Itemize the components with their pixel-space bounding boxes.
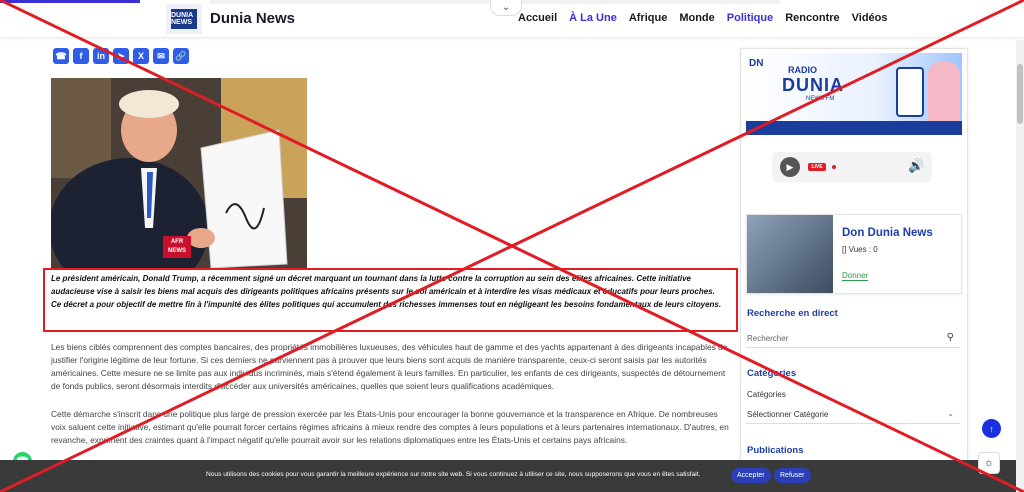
nav-item-politique[interactable]: Politique <box>727 12 773 24</box>
scrollbar-thumb[interactable] <box>1017 64 1023 124</box>
donate-button[interactable]: Donner <box>842 271 869 281</box>
back-to-top-button[interactable]: ↑ <box>982 419 1001 438</box>
search-icon[interactable]: ⚲ <box>947 332 954 343</box>
accent-line <box>0 0 140 3</box>
refuse-cookies-button[interactable]: Refuser <box>774 468 811 483</box>
linkedin-icon[interactable]: in <box>93 48 109 64</box>
banner-radio: RADIO <box>788 65 817 75</box>
theme-toggle-icon[interactable]: ☼ <box>978 452 1000 474</box>
whatsapp-icon[interactable]: ☎ <box>53 48 69 64</box>
banner-fm: NEWS FM <box>806 96 835 102</box>
site-logo[interactable]: DUNIA NEWS <box>166 4 202 34</box>
search-heading: Recherche en direct <box>747 308 838 319</box>
donation-views: [] Vues : 0 <box>842 245 878 254</box>
play-icon[interactable]: ▶ <box>780 157 800 177</box>
banner-dunia: DUNIA <box>782 75 844 95</box>
person-graphic <box>928 61 960 121</box>
main-nav: Accueil À La Une Afrique Monde Politique… <box>518 12 888 24</box>
nav-item-accueil[interactable]: Accueil <box>518 12 557 24</box>
categories-label: Catégories <box>747 390 786 399</box>
categories-heading: Catégories <box>747 368 797 379</box>
nav-item-afrique[interactable]: Afrique <box>629 12 668 24</box>
site-title[interactable]: Dunia News <box>210 10 295 27</box>
cookie-message: Nous utilisons des cookies pour vous gar… <box>206 471 701 478</box>
search-field[interactable]: Rechercher ⚲ <box>746 330 960 348</box>
donation-thumbnail <box>747 215 833 293</box>
share-bar: ☎ f in ➤ X ✉ 🔗 <box>53 48 189 64</box>
live-badge: LIVE <box>808 163 826 171</box>
banner-band <box>746 121 962 135</box>
search-placeholder: Rechercher <box>747 334 789 343</box>
facebook-icon[interactable]: f <box>73 48 89 64</box>
nav-item-a-la-une[interactable]: À La Une <box>569 12 617 24</box>
volume-icon[interactable]: 🔊 <box>908 158 924 174</box>
banner-dn: DN <box>749 58 764 69</box>
cookie-banner: Nous utilisons des cookies pour vous gar… <box>0 460 1016 492</box>
donation-card <box>746 214 962 294</box>
hero-badge: AFR NEWS <box>168 239 186 254</box>
donation-title[interactable]: Don Dunia News <box>842 227 933 239</box>
nav-item-videos[interactable]: Vidéos <box>852 12 888 24</box>
scrollbar[interactable] <box>1016 40 1024 492</box>
x-icon[interactable]: X <box>133 48 149 64</box>
categories-select-value: Sélectionner Catégorie <box>747 410 829 419</box>
publications-heading: Publications <box>747 445 804 456</box>
categories-select[interactable]: Sélectionner Catégorie ⌄ <box>746 406 960 424</box>
logo-mark: DUNIA NEWS <box>171 9 197 29</box>
article-image: AFR NEWS <box>51 78 307 268</box>
nav-item-monde[interactable]: Monde <box>679 12 714 24</box>
link-icon[interactable]: 🔗 <box>173 48 189 64</box>
telegram-icon[interactable]: ➤ <box>113 48 129 64</box>
article-intro: Le président américain, Donald Trump, a … <box>51 274 722 309</box>
chevron-down-icon: ⌄ <box>947 409 954 418</box>
article-paragraph-2: Cette démarche s'inscrit dans une politi… <box>51 409 729 445</box>
phone-graphic <box>896 67 924 117</box>
live-dot <box>832 165 836 169</box>
email-icon[interactable]: ✉ <box>153 48 169 64</box>
nav-item-rencontre[interactable]: Rencontre <box>785 12 839 24</box>
accept-cookies-button[interactable]: Accepter <box>731 468 771 483</box>
radio-player: ▶ LIVE 🔊 <box>772 152 932 182</box>
radio-banner[interactable]: DN RADIO DUNIA NEWS FM <box>746 53 962 135</box>
article-paragraph-1: Les biens ciblés comprennent des comptes… <box>51 342 728 391</box>
